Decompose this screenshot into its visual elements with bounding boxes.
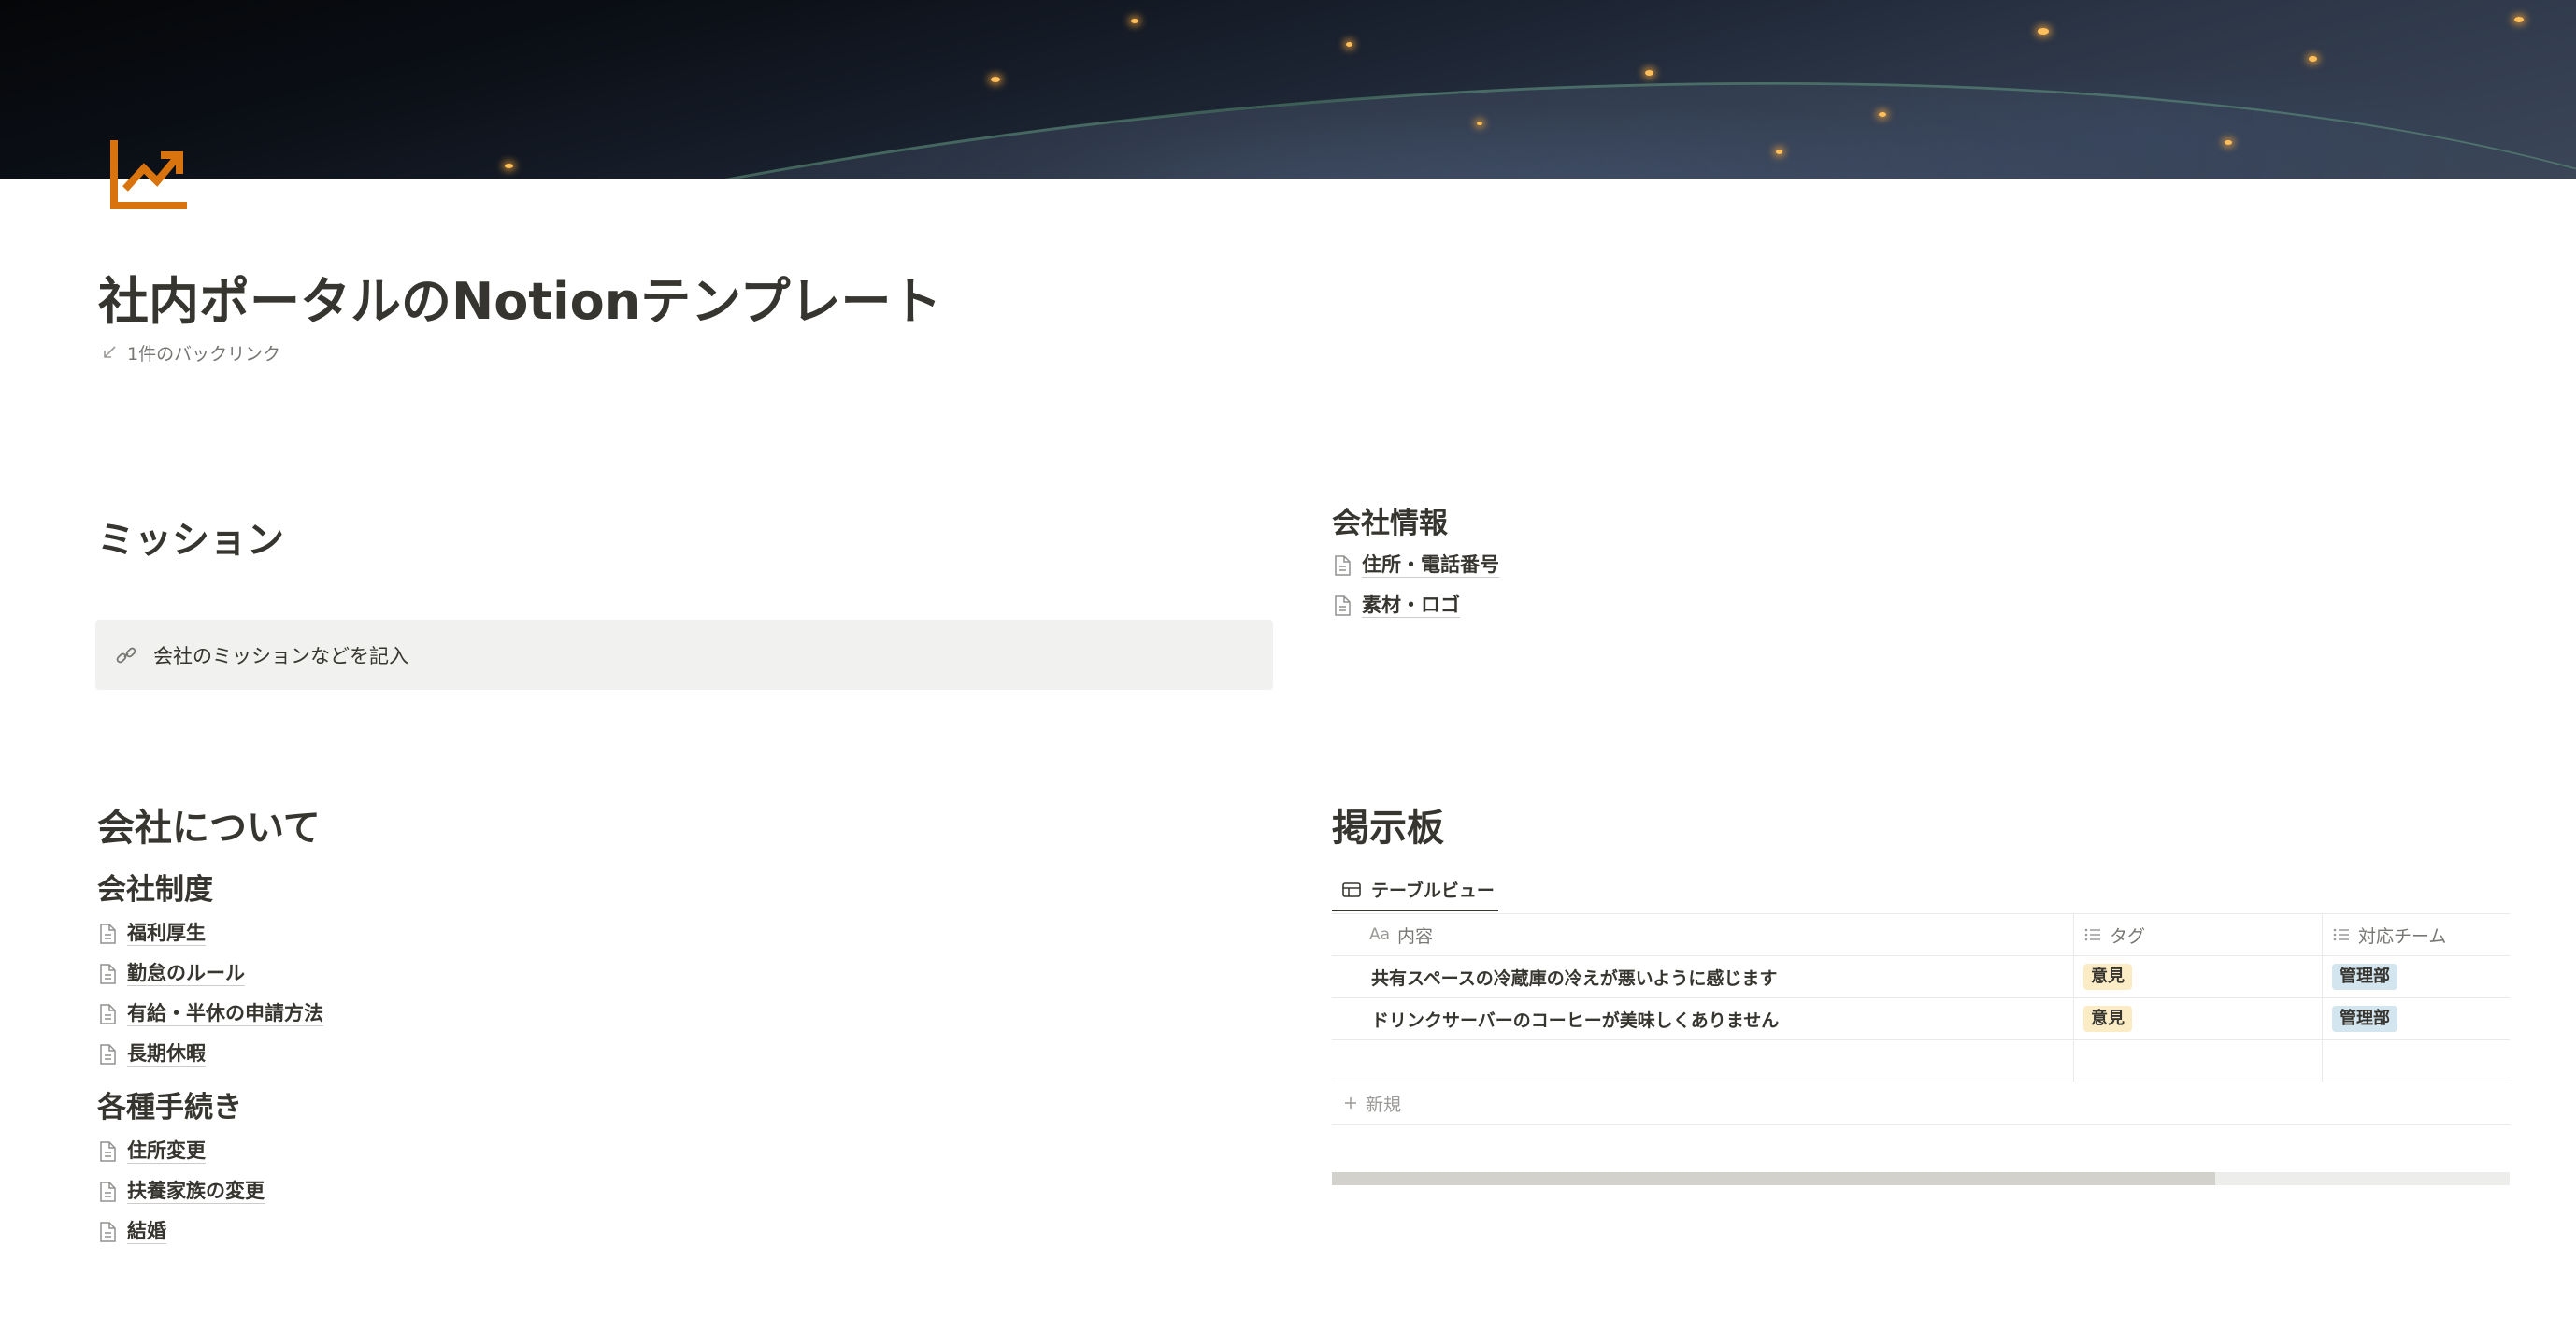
cell-team[interactable]: 管理部 xyxy=(2323,956,2510,997)
page-link-label: 結婚 xyxy=(127,1220,166,1244)
page-link-label: 扶養家族の変更 xyxy=(127,1180,265,1204)
cell-tag[interactable]: 意見 xyxy=(2074,998,2323,1039)
list-icon xyxy=(2333,928,2349,941)
cell-content[interactable]: ドリンクサーバーのコーヒーが美味しくありません xyxy=(1332,998,2074,1039)
company-info-section: 会社情報 住所・電話番号 素材・ロゴ xyxy=(1332,503,2510,625)
table-icon xyxy=(1342,881,1361,897)
procedures-heading[interactable]: 各種手続き xyxy=(97,1087,1275,1128)
board-heading[interactable]: 掲示板 xyxy=(1332,802,2510,854)
page-icon xyxy=(1335,554,1351,576)
list-icon xyxy=(2084,928,2100,941)
page-link-benefits[interactable]: 福利厚生 xyxy=(97,913,1275,953)
page-icon xyxy=(100,1043,116,1065)
company-info-heading[interactable]: 会社情報 xyxy=(1332,503,2510,544)
page-icon xyxy=(1335,595,1351,616)
page-link-marriage[interactable]: 結婚 xyxy=(97,1211,1275,1252)
page-icon xyxy=(100,1181,116,1202)
page-link-label: 素材・ロゴ xyxy=(1362,594,1460,618)
column-header-content[interactable]: Aa 内容 xyxy=(1332,914,2074,955)
column-header-label: タグ xyxy=(2110,925,2146,947)
tag-badge: 意見 xyxy=(2083,964,2132,990)
page-link-label: 住所・電話番号 xyxy=(1362,553,1499,578)
horizontal-scrollbar[interactable] xyxy=(1332,1172,2510,1185)
column-header-team[interactable]: 対応チーム xyxy=(2323,914,2510,955)
backlinks-label: 1件のバックリンク xyxy=(127,343,281,365)
page-cover-image xyxy=(0,0,2576,179)
text-property-icon: Aa xyxy=(1369,925,1391,944)
backlinks-link[interactable]: 1件のバックリンク xyxy=(101,340,280,365)
page-link-long-vacation[interactable]: 長期休暇 xyxy=(97,1034,1275,1074)
tab-table-view[interactable]: テーブルビュー xyxy=(1332,869,1498,911)
earth-horizon xyxy=(0,0,2576,179)
page-link-attendance-rules[interactable]: 勤怠のルール xyxy=(97,953,1275,994)
page-link-leave-application[interactable]: 有給・半休の申請方法 xyxy=(97,994,1275,1034)
page-link-label: 勤怠のルール xyxy=(127,962,245,986)
board-section: 掲示板 xyxy=(1332,802,2510,854)
cell-content[interactable]: 共有スペースの冷蔵庫の冷えが悪いように感じます xyxy=(1332,956,2074,997)
policies-heading[interactable]: 会社制度 xyxy=(97,869,1275,910)
page-link-address-phone[interactable]: 住所・電話番号 xyxy=(1332,545,2510,585)
page-icon xyxy=(100,1221,116,1242)
about-heading[interactable]: 会社について xyxy=(97,802,1275,854)
page-link-label: 長期休暇 xyxy=(127,1042,206,1067)
table-row[interactable]: 共有スペースの冷蔵庫の冷えが悪いように感じます 意見 管理部 xyxy=(1332,956,2510,998)
scrollbar-thumb[interactable] xyxy=(1332,1172,2215,1185)
cell-tag[interactable]: 意見 xyxy=(2074,956,2323,997)
page-icon xyxy=(100,963,116,984)
page-link-address-change[interactable]: 住所変更 xyxy=(97,1131,1275,1171)
page-link-assets-logo[interactable]: 素材・ロゴ xyxy=(1332,585,2510,625)
column-header-tag[interactable]: タグ xyxy=(2074,914,2323,955)
table-header-row: Aa 内容 タグ 対応チーム xyxy=(1332,914,2510,956)
mission-heading[interactable]: ミッション xyxy=(97,514,1275,566)
team-badge: 管理部 xyxy=(2332,1006,2397,1032)
empty-row[interactable] xyxy=(1332,1040,2510,1082)
page-link-label: 有給・半休の申請方法 xyxy=(127,1002,323,1026)
table-row[interactable]: ドリンクサーバーのコーヒーが美味しくありません 意見 管理部 xyxy=(1332,998,2510,1040)
mission-callout[interactable]: 会社のミッションなどを記入 xyxy=(95,620,1273,690)
cell-team[interactable]: 管理部 xyxy=(2323,998,2510,1039)
add-row-label: 新規 xyxy=(1366,1094,1402,1115)
mission-callout-text: 会社のミッションなどを記入 xyxy=(153,644,408,667)
cell-content[interactable] xyxy=(1332,1040,2074,1082)
page-icon xyxy=(100,1140,116,1162)
arrow-down-left-icon xyxy=(104,346,116,358)
page-link-label: 福利厚生 xyxy=(127,922,206,946)
column-header-label: 内容 xyxy=(1397,925,1434,947)
about-section: 会社について 会社制度 福利厚生 勤怠のルール 有給・半休の申請方法 長期休暇 … xyxy=(97,802,1275,1252)
add-row-button[interactable]: 新規 xyxy=(1332,1082,2510,1125)
column-header-label: 対応チーム xyxy=(2358,925,2447,947)
page-title[interactable]: 社内ポータルのNotionテンプレート xyxy=(98,268,942,336)
page-icon xyxy=(100,923,116,944)
cell-tag[interactable] xyxy=(2074,1040,2323,1082)
tag-badge: 意見 xyxy=(2083,1006,2132,1032)
page-icon xyxy=(100,1003,116,1024)
cell-team[interactable] xyxy=(2323,1040,2510,1082)
trending-up-icon[interactable] xyxy=(108,140,187,211)
page-link-label: 住所変更 xyxy=(127,1139,206,1164)
plus-icon xyxy=(1345,1097,1356,1109)
link-icon xyxy=(116,647,136,663)
view-tabs: テーブルビュー xyxy=(1332,869,2510,914)
board-table: Aa 内容 タグ 対応チーム 共有スペースの冷蔵庫の冷えが悪いように感じます 意… xyxy=(1332,914,2510,1125)
mission-section: ミッション xyxy=(97,514,1275,566)
page-link-dependents-change[interactable]: 扶養家族の変更 xyxy=(97,1171,1275,1211)
team-badge: 管理部 xyxy=(2332,964,2397,990)
tab-label: テーブルビュー xyxy=(1371,881,1495,901)
